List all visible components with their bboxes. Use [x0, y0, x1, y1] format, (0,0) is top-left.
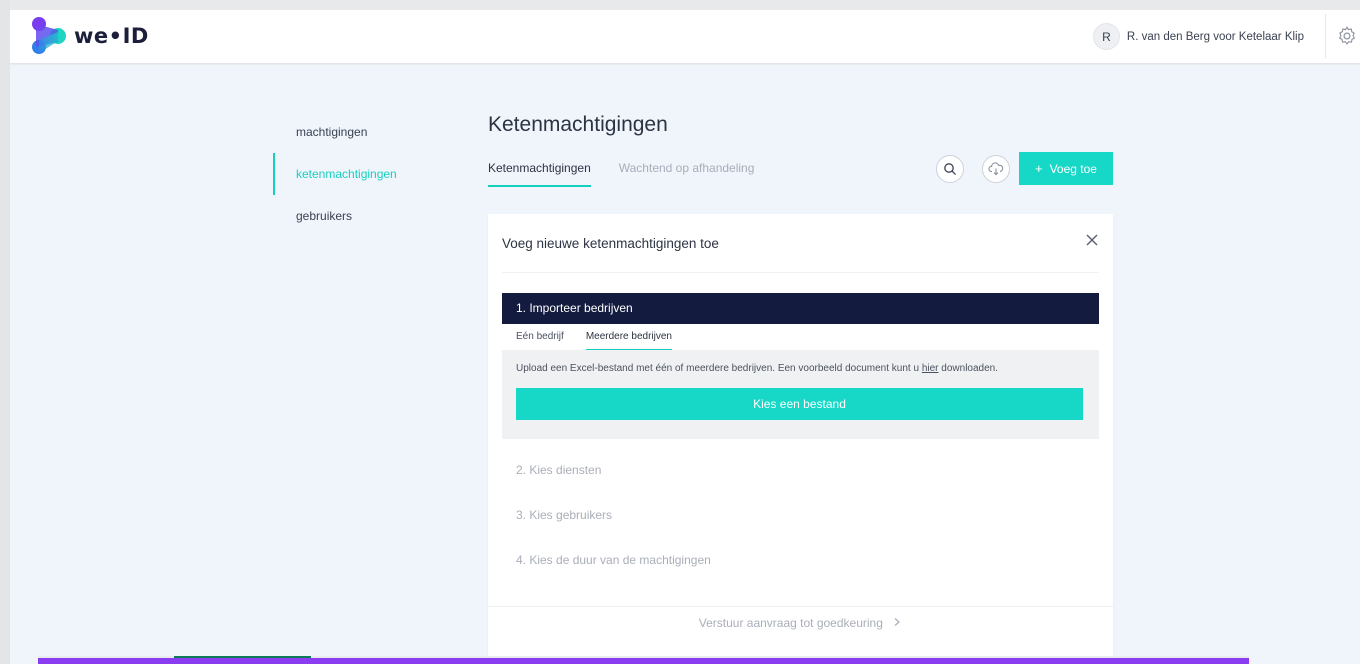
add-button[interactable]: + Voeg toe: [1019, 152, 1113, 185]
submit-request-button[interactable]: Verstuur aanvraag tot goedkeuring: [488, 616, 1113, 630]
window-frame-left: [0, 0, 10, 664]
window-frame-top: [0, 0, 1360, 10]
plus-icon: +: [1035, 161, 1043, 176]
sidebar-item-gebruikers[interactable]: gebruikers: [273, 195, 453, 237]
tab-ketenmachtigingen[interactable]: Ketenmachtigingen: [488, 161, 591, 187]
sidebar-nav: machtigingen ketenmachtigingen gebruiker…: [273, 111, 453, 237]
dialog-divider: [502, 272, 1099, 273]
cloud-download-icon: [988, 162, 1004, 176]
step-choose-services[interactable]: 2. Kies diensten: [516, 463, 601, 477]
main-panel: Ketenmachtigingen Ketenmachtigingen Wach…: [488, 65, 1128, 664]
search-button[interactable]: [936, 155, 964, 183]
user-menu[interactable]: R R. van den Berg voor Ketelaar Klip: [1092, 23, 1304, 50]
bottom-bar-segment: [38, 656, 174, 658]
upload-text-before: Upload een Excel-bestand met één of meer…: [516, 363, 920, 374]
step-import-companies: 1. Importeer bedrijven Eén bedrijf Meerd…: [502, 293, 1099, 439]
header-divider: [1325, 14, 1326, 58]
brand-name: we•ID: [74, 24, 149, 48]
tab-wachtend-op-afhandeling[interactable]: Wachtend op afhandeling: [619, 161, 755, 187]
step1-subtabs: Eén bedrijf Meerdere bedrijven: [502, 324, 1099, 350]
chevron-right-icon: [894, 618, 901, 626]
bottom-bar-segment: [311, 656, 1249, 658]
dialog-footer: Verstuur aanvraag tot goedkeuring: [488, 606, 1113, 638]
sidebar-item-ketenmachtigingen[interactable]: ketenmachtigingen: [273, 153, 453, 195]
step1-header[interactable]: 1. Importeer bedrijven: [502, 293, 1099, 324]
download-example-link[interactable]: hier: [922, 363, 939, 374]
step-choose-duration[interactable]: 4. Kies de duur van de machtigingen: [516, 553, 711, 567]
app-header: we•ID R R. van den Berg voor Ketelaar Kl…: [10, 10, 1360, 64]
subtab-meerdere-bedrijven[interactable]: Meerdere bedrijven: [585, 324, 672, 350]
subtab-een-bedrijf[interactable]: Eén bedrijf: [516, 324, 564, 350]
choose-file-button[interactable]: Kies een bestand: [516, 388, 1083, 420]
bottom-bar-segment: [174, 656, 311, 658]
logo-icon: [32, 17, 66, 54]
page-tabs: Ketenmachtigingen Wachtend op afhandelin…: [488, 161, 782, 187]
close-icon[interactable]: [1085, 233, 1099, 247]
download-button[interactable]: [982, 155, 1010, 183]
upload-instructions: Upload een Excel-bestand met één of meer…: [516, 363, 998, 374]
submit-label: Verstuur aanvraag tot goedkeuring: [698, 616, 883, 630]
bottom-overlay-bar: [38, 656, 1249, 664]
page-title: Ketenmachtigingen: [488, 113, 668, 136]
add-chain-dialog: Voeg nieuwe ketenmachtigingen toe 1. Imp…: [488, 214, 1113, 664]
brand-logo[interactable]: we•ID: [30, 14, 149, 58]
search-icon: [944, 163, 956, 175]
user-name[interactable]: R. van den Berg voor Ketelaar Klip: [1127, 31, 1304, 43]
upload-text-after: downloaden.: [941, 363, 998, 374]
gear-icon[interactable]: [1336, 25, 1358, 47]
add-button-label: Voeg toe: [1049, 161, 1097, 176]
step-choose-users[interactable]: 3. Kies gebruikers: [516, 508, 612, 522]
sidebar-item-machtigingen[interactable]: machtigingen: [273, 111, 453, 153]
content-area: machtigingen ketenmachtigingen gebruiker…: [10, 65, 1360, 664]
avatar[interactable]: R: [1092, 23, 1120, 50]
dialog-title: Voeg nieuwe ketenmachtigingen toe: [502, 236, 719, 251]
